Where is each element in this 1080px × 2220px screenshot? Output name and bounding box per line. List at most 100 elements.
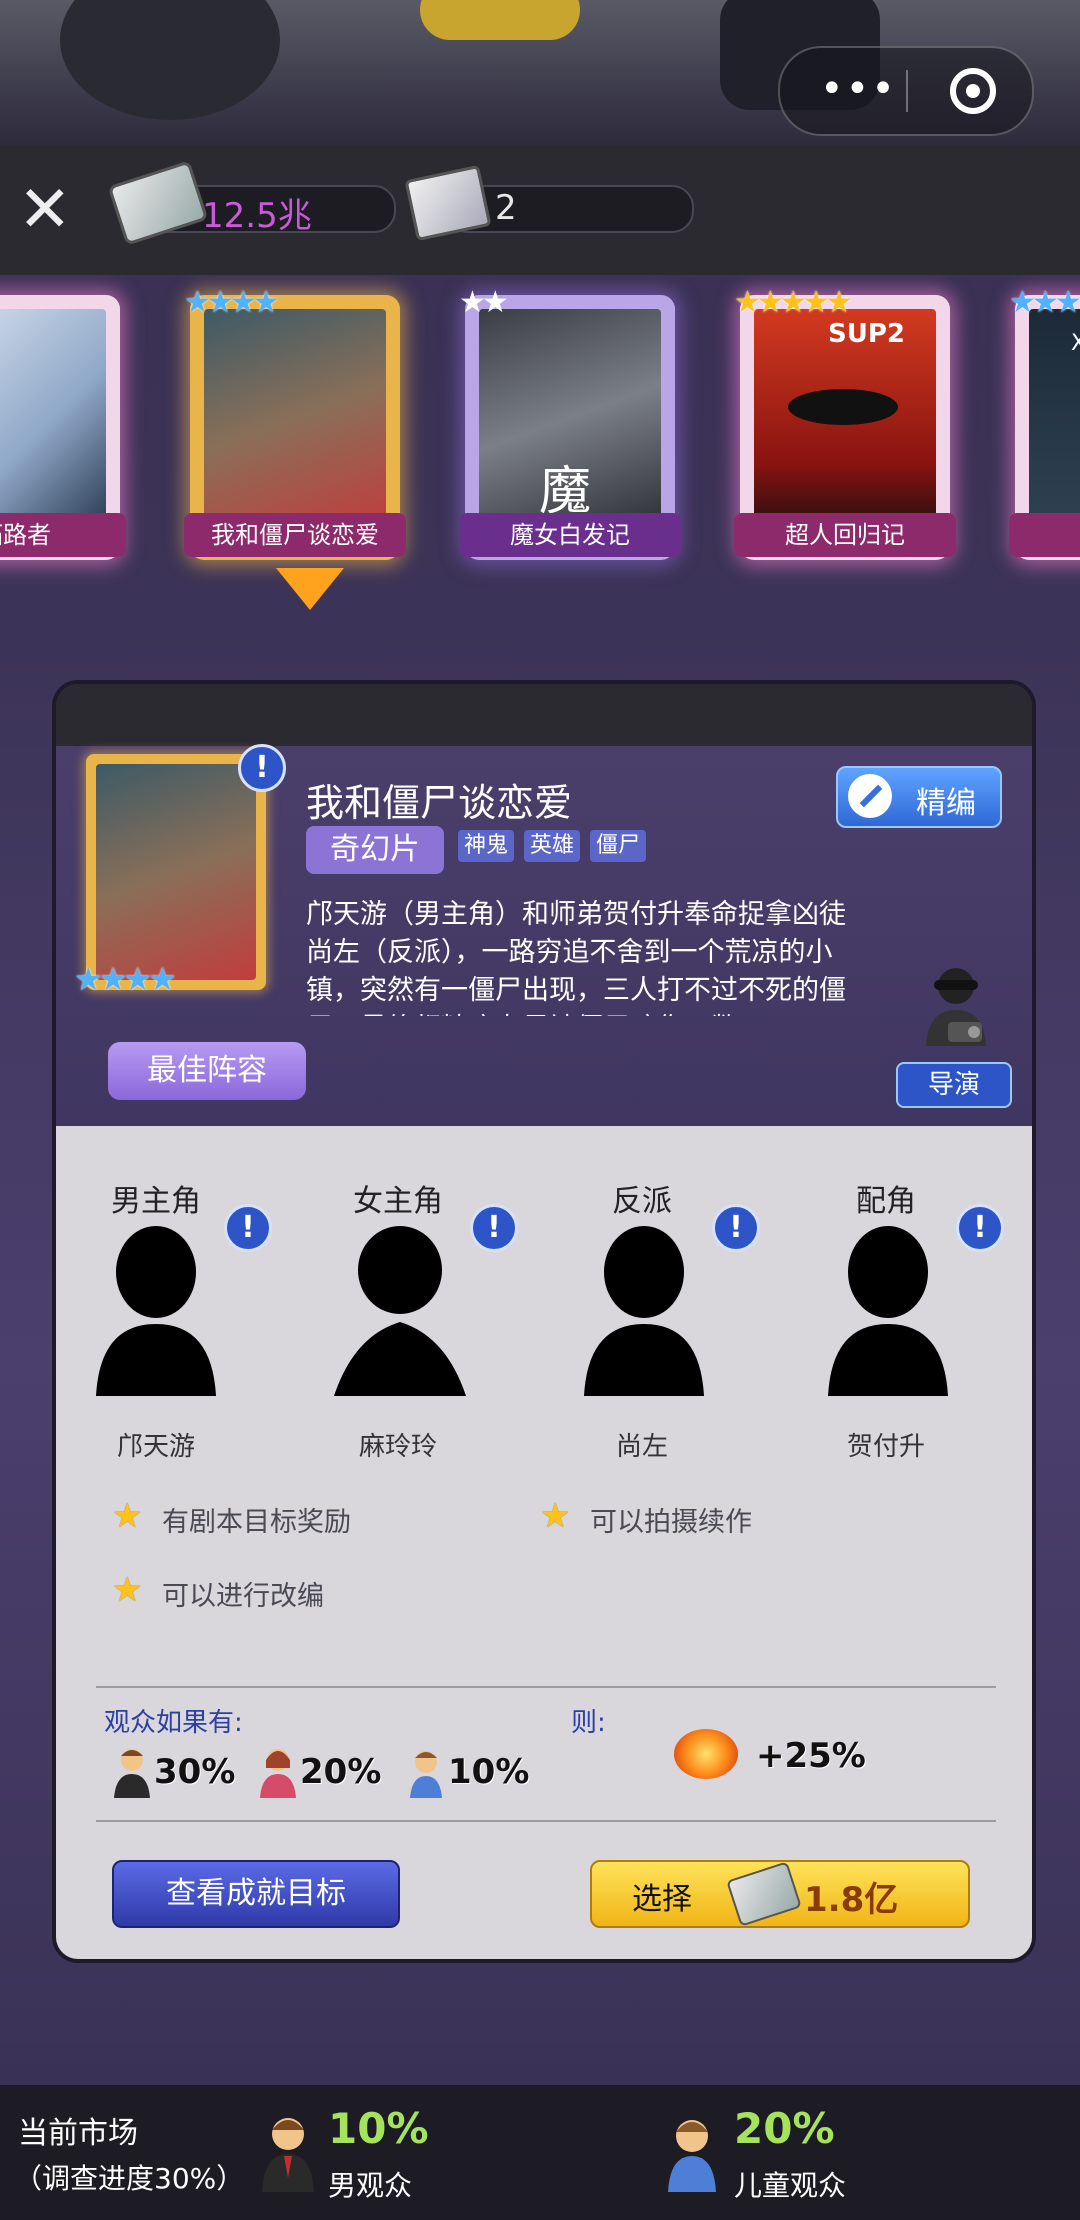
info-alert-icon[interactable]: ! <box>470 1204 518 1252</box>
bonus-text: 有剧本目标奖励 <box>162 1507 351 1538</box>
cast-slot-villain[interactable] <box>578 1226 710 1396</box>
capsule-divider <box>906 70 908 112</box>
role-title: 配角 <box>856 1184 916 1219</box>
star-icon: ★ <box>112 1570 143 1610</box>
tag-badge: 神鬼 <box>458 830 515 862</box>
banner-art <box>60 0 280 120</box>
movie-card[interactable]: ★★ 拓路者 <box>0 295 126 560</box>
movie-card-title: 魔女白发记 <box>459 513 681 557</box>
movie-card[interactable]: 魔 ★★ 魔女白发记 <box>459 285 681 560</box>
info-alert-icon[interactable]: ! <box>712 1204 760 1252</box>
movie-card-title: 我和僵尸谈恋爱 <box>184 513 406 557</box>
star-rating: ★★★★ <box>184 285 280 320</box>
character-name: 尚左 <box>615 1432 668 1462</box>
select-movie-button[interactable]: 选择 1.8亿 <box>590 1860 970 1928</box>
role-title: 反派 <box>612 1184 672 1219</box>
mask-art <box>788 389 898 425</box>
star-icon: ★ <box>540 1496 571 1536</box>
view-goals-button[interactable]: 查看成就目标 <box>112 1860 400 1928</box>
info-alert-icon[interactable]: ! <box>224 1204 272 1252</box>
explosion-icon <box>674 1729 738 1779</box>
market-male-pct: 10% <box>328 2104 429 2153</box>
movie-card[interactable]: XQ ★★★ <box>1009 285 1080 560</box>
star-rating: ★★ <box>459 285 509 320</box>
role-title: 男主角 <box>111 1184 201 1219</box>
money-value: 12.5兆 <box>202 196 312 236</box>
child-audience-pct: 10% <box>448 1752 530 1792</box>
panel-header-strip <box>56 684 1032 746</box>
info-alert-icon[interactable]: ! <box>238 744 286 792</box>
child-audience-icon <box>410 1751 442 1798</box>
box-office-boost: +25% <box>756 1736 866 1776</box>
market-survey: （调查进度30%） <box>14 2162 245 2195</box>
male-audience-icon <box>262 2118 314 2192</box>
miniprogram-capsule: ••• <box>778 46 1034 136</box>
character-name: 邝天游 <box>116 1432 195 1462</box>
movie-description[interactable]: 邝天游（男主角）和师弟贺付升奉命捉拿凶徒尚左（反派），一路穷追不舍到一个荒凉的小… <box>306 896 866 1016</box>
selection-pointer-icon <box>276 568 344 610</box>
star-rating: ★★★ <box>1009 285 1080 320</box>
poster-text: XQ <box>1071 331 1080 356</box>
divider <box>96 1686 996 1688</box>
character-name: 麻玲玲 <box>358 1432 437 1462</box>
select-cost: 1.8亿 <box>804 1880 899 1920</box>
female-audience-icon <box>260 1749 296 1798</box>
market-child-pct: 20% <box>734 2104 835 2153</box>
movie-card-title <box>1009 513 1080 557</box>
male-audience-icon <box>114 1749 150 1798</box>
cast-slot-male-lead[interactable] <box>90 1226 222 1396</box>
movie-card-title: 拓路者 <box>0 513 126 557</box>
movie-card-selected[interactable]: ★★★★ 我和僵尸谈恋爱 <box>184 285 406 560</box>
movie-poster: 魔 <box>479 309 661 527</box>
cast-slot-supporting[interactable] <box>822 1226 954 1396</box>
movie-detail-panel: ! ★★★★ 我和僵尸谈恋爱 奇幻片 神鬼 英雄 僵尸 邝天游（男主角）和师弟贺… <box>52 680 1036 1963</box>
genre-badge: 奇幻片 <box>306 826 444 874</box>
money-icon <box>726 1861 802 1927</box>
cast-section: 男主角 女主角 反派 配角 ! ! ! ! 邝天游 麻玲玲 尚左 贺付升 ★ 有… <box>56 1126 1032 1646</box>
ticket-value: 2 <box>495 188 517 228</box>
tag-badge: 英雄 <box>524 830 581 862</box>
movie-cover[interactable] <box>86 754 266 990</box>
select-label: 选择 <box>632 1882 692 1917</box>
role-title: 女主角 <box>353 1184 443 1219</box>
director-button[interactable]: 导演 <box>896 1062 1012 1108</box>
movie-poster: XQ <box>1029 309 1080 527</box>
poster-text: SUP2 <box>828 319 905 349</box>
bonus-text: 可以拍摄续作 <box>590 1507 752 1538</box>
audience-if-label: 观众如果有: <box>104 1708 243 1738</box>
movie-poster <box>96 764 256 980</box>
cast-slot-female-lead[interactable] <box>334 1226 466 1396</box>
character-name: 贺付升 <box>846 1432 925 1462</box>
male-audience-pct: 30% <box>154 1752 236 1792</box>
movie-poster <box>204 309 386 527</box>
star-rating: ★★★★★ <box>734 285 853 320</box>
close-icon[interactable]: ✕ <box>18 178 78 242</box>
market-child-label: 儿童观众 <box>734 2169 847 2202</box>
edit-button[interactable]: 精编 <box>836 766 1002 828</box>
info-alert-icon[interactable]: ! <box>956 1204 1004 1252</box>
movie-poster: SUP2 <box>754 309 936 527</box>
female-audience-pct: 20% <box>300 1752 382 1792</box>
star-icon: ★ <box>112 1496 143 1536</box>
audience-then-label: 则: <box>571 1708 606 1738</box>
tag-badge: 僵尸 <box>590 830 647 862</box>
bonus-text: 可以进行改编 <box>162 1581 324 1612</box>
director-icon[interactable] <box>922 966 990 1046</box>
best-cast-button[interactable]: 最佳阵容 <box>108 1042 306 1100</box>
edit-button-label: 精编 <box>916 786 976 821</box>
movie-card[interactable]: SUP2 ★★★★★ 超人回归记 <box>734 285 956 560</box>
child-audience-icon <box>668 2120 716 2192</box>
star-rating: ★★★★ <box>74 960 177 998</box>
market-bar <box>0 2085 1080 2220</box>
market-title: 当前市场 <box>18 2116 138 2151</box>
divider <box>96 1820 996 1822</box>
more-dots-icon[interactable]: ••• <box>820 66 897 112</box>
banner-art <box>420 0 580 40</box>
market-male-label: 男观众 <box>328 2169 413 2202</box>
target-icon[interactable] <box>950 68 996 114</box>
movie-title: 我和僵尸谈恋爱 <box>306 781 573 825</box>
movie-card-title: 超人回归记 <box>734 513 956 557</box>
pen-icon <box>848 774 892 818</box>
movie-poster <box>0 309 106 527</box>
movie-carousel[interactable]: ★★ 拓路者 ★★★★ 我和僵尸谈恋爱 魔 ★★ 魔女白发记 SUP2 ★★★★… <box>0 275 1080 635</box>
